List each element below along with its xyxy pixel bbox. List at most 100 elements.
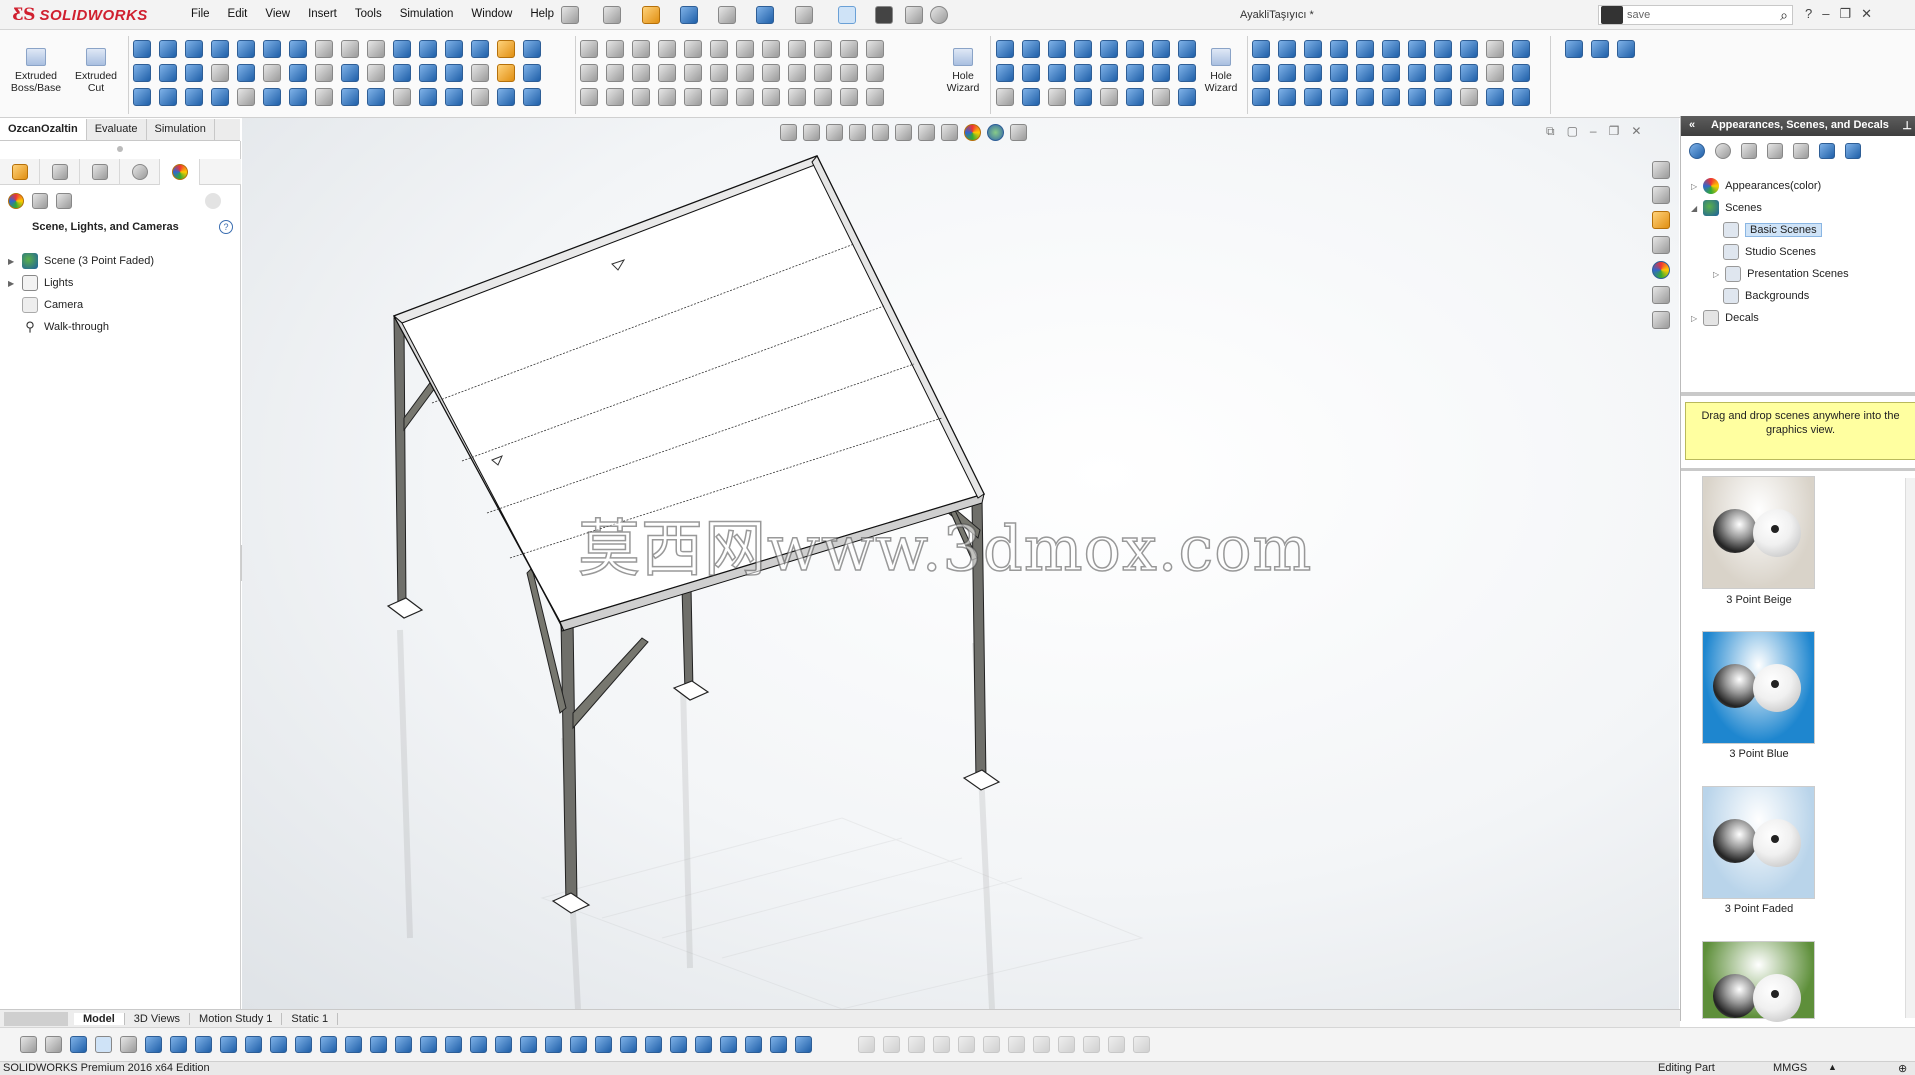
help-icon[interactable]: ? xyxy=(1805,6,1812,22)
cut-loft-icon[interactable] xyxy=(159,64,177,82)
search-icon[interactable]: ⌕ xyxy=(1780,7,1788,24)
hide-show-items-icon[interactable] xyxy=(941,124,958,141)
tree-item-basic-scenes[interactable]: Basic Scenes xyxy=(1723,222,1822,238)
hole-wizard-button-2[interactable]: Hole Wizard xyxy=(1193,48,1249,94)
dome-icon[interactable] xyxy=(419,40,437,58)
tree-item-camera[interactable]: Camera xyxy=(8,297,83,313)
fillet-icon[interactable] xyxy=(211,40,229,58)
filter-surface-finish-icon[interactable] xyxy=(570,1036,587,1053)
plane-icon[interactable] xyxy=(788,64,806,82)
draft-icon[interactable] xyxy=(289,40,307,58)
tree-item-scene[interactable]: ▶ Scene (3 Point Faded) xyxy=(8,253,154,269)
filter-cosmetic-icon[interactable] xyxy=(645,1036,662,1053)
scale-icon[interactable] xyxy=(367,64,385,82)
filter-hole-icon[interactable] xyxy=(720,1036,737,1053)
repair-icon[interactable] xyxy=(840,64,858,82)
units-menu-icon[interactable]: ▲ xyxy=(1828,1062,1837,1072)
swept-surface-icon[interactable] xyxy=(1048,40,1066,58)
forum-icon[interactable] xyxy=(1652,311,1670,329)
point-icon[interactable] xyxy=(762,40,780,58)
relations-icon[interactable] xyxy=(814,64,832,82)
filter-dims-icon[interactable] xyxy=(445,1036,462,1053)
expand-icon[interactable]: ▷ xyxy=(1713,270,1719,279)
parting-line-icon[interactable] xyxy=(1304,40,1322,58)
curves-icon[interactable] xyxy=(471,40,489,58)
thicken-icon[interactable] xyxy=(237,64,255,82)
check-icon[interactable] xyxy=(1460,64,1478,82)
back-icon[interactable] xyxy=(1689,143,1705,159)
filter-solids-icon[interactable] xyxy=(245,1036,262,1053)
filter-weld-icon[interactable] xyxy=(545,1036,562,1053)
scene-thumbnail-3-point-blue[interactable] xyxy=(1702,631,1815,744)
minimize-view-icon[interactable]: – xyxy=(1590,124,1597,139)
edit-appearance-icon[interactable] xyxy=(964,124,981,141)
tab-property-manager[interactable] xyxy=(40,159,80,185)
sweep-icon[interactable] xyxy=(185,40,203,58)
ellipse-icon[interactable] xyxy=(632,64,650,82)
loft-icon[interactable] xyxy=(159,40,177,58)
tab-motion-study[interactable]: Motion Study 1 xyxy=(190,1012,283,1025)
construction-icon[interactable] xyxy=(658,88,676,106)
expand-icon[interactable]: ▷ xyxy=(1691,182,1697,191)
tab-static[interactable]: Static 1 xyxy=(282,1012,339,1025)
deviation-icon[interactable] xyxy=(1330,88,1348,106)
refresh-icon[interactable] xyxy=(1819,143,1835,159)
filter-vertices-icon[interactable] xyxy=(145,1036,162,1053)
pin-icon[interactable]: ⊥ xyxy=(1902,119,1912,132)
geometry-analysis-icon[interactable] xyxy=(1486,64,1504,82)
save-icon[interactable] xyxy=(680,6,698,24)
measure-icon[interactable] xyxy=(1330,64,1348,82)
close-icon[interactable]: ✕ xyxy=(1861,6,1872,22)
split-icon[interactable] xyxy=(289,64,307,82)
spline-icon[interactable] xyxy=(736,40,754,58)
unit-system[interactable]: MMGS xyxy=(1773,1062,1807,1074)
filter-gtol-icon[interactable] xyxy=(495,1036,512,1053)
tab-dimxpert-manager[interactable] xyxy=(120,159,160,185)
filter-bodies-icon[interactable] xyxy=(770,1036,787,1053)
mold-folders-icon[interactable] xyxy=(1486,40,1504,58)
menu-insert[interactable]: Insert xyxy=(299,8,346,20)
delete-face-icon[interactable] xyxy=(1048,64,1066,82)
custom-properties-icon[interactable] xyxy=(1652,286,1670,304)
mass-properties-icon[interactable] xyxy=(1356,64,1374,82)
filter-points-icon[interactable] xyxy=(320,1036,337,1053)
intersection-curve-icon[interactable] xyxy=(762,88,780,106)
surface-fillet-icon[interactable] xyxy=(1074,88,1092,106)
statistics-icon[interactable] xyxy=(1434,64,1452,82)
shaded-sketch-icon[interactable] xyxy=(866,88,884,106)
tree-item-walk-through[interactable]: ⚲ Walk-through xyxy=(8,319,109,335)
thickness-icon[interactable] xyxy=(1512,64,1530,82)
revolved-surface-icon[interactable] xyxy=(1022,40,1040,58)
trim-extend-icon[interactable] xyxy=(289,88,307,106)
intersect-icon[interactable] xyxy=(445,40,463,58)
offset-icon[interactable] xyxy=(814,40,832,58)
3d-sketch-icon[interactable] xyxy=(580,64,598,82)
shut-off-surface-icon[interactable] xyxy=(1330,40,1348,58)
boundary-surface-icon[interactable] xyxy=(1100,40,1118,58)
weldment-icon[interactable] xyxy=(237,88,255,106)
appearance-icon[interactable] xyxy=(497,40,515,58)
revolve-icon[interactable] xyxy=(133,40,151,58)
zebra-icon[interactable] xyxy=(1304,64,1322,82)
xpert-icon[interactable] xyxy=(1486,88,1504,106)
core-icon[interactable] xyxy=(1434,40,1452,58)
add-file-location-icon[interactable] xyxy=(1741,143,1757,159)
filter-icon[interactable] xyxy=(205,193,221,209)
up-folder-icon[interactable] xyxy=(1845,143,1861,159)
cut-list-icon[interactable] xyxy=(393,88,411,106)
parting-surface-icon[interactable] xyxy=(1356,40,1374,58)
realview-icon[interactable] xyxy=(497,88,515,106)
status-info-icon[interactable]: ⊕ xyxy=(1898,1062,1907,1075)
compare-icon[interactable] xyxy=(1278,88,1296,106)
text-icon[interactable] xyxy=(762,64,780,82)
linear-pattern-icon[interactable] xyxy=(185,88,203,106)
trim-surface-icon[interactable] xyxy=(1126,64,1144,82)
indent-icon[interactable] xyxy=(445,64,463,82)
gear-icon[interactable] xyxy=(930,6,948,24)
minimize-icon[interactable]: – xyxy=(1822,6,1829,22)
menu-tools[interactable]: Tools xyxy=(346,8,391,20)
analysis-icon[interactable] xyxy=(1512,88,1530,106)
section-properties-icon[interactable] xyxy=(1382,64,1400,82)
decals-view-icon[interactable] xyxy=(32,193,48,209)
filter-icon[interactable] xyxy=(20,1036,37,1053)
